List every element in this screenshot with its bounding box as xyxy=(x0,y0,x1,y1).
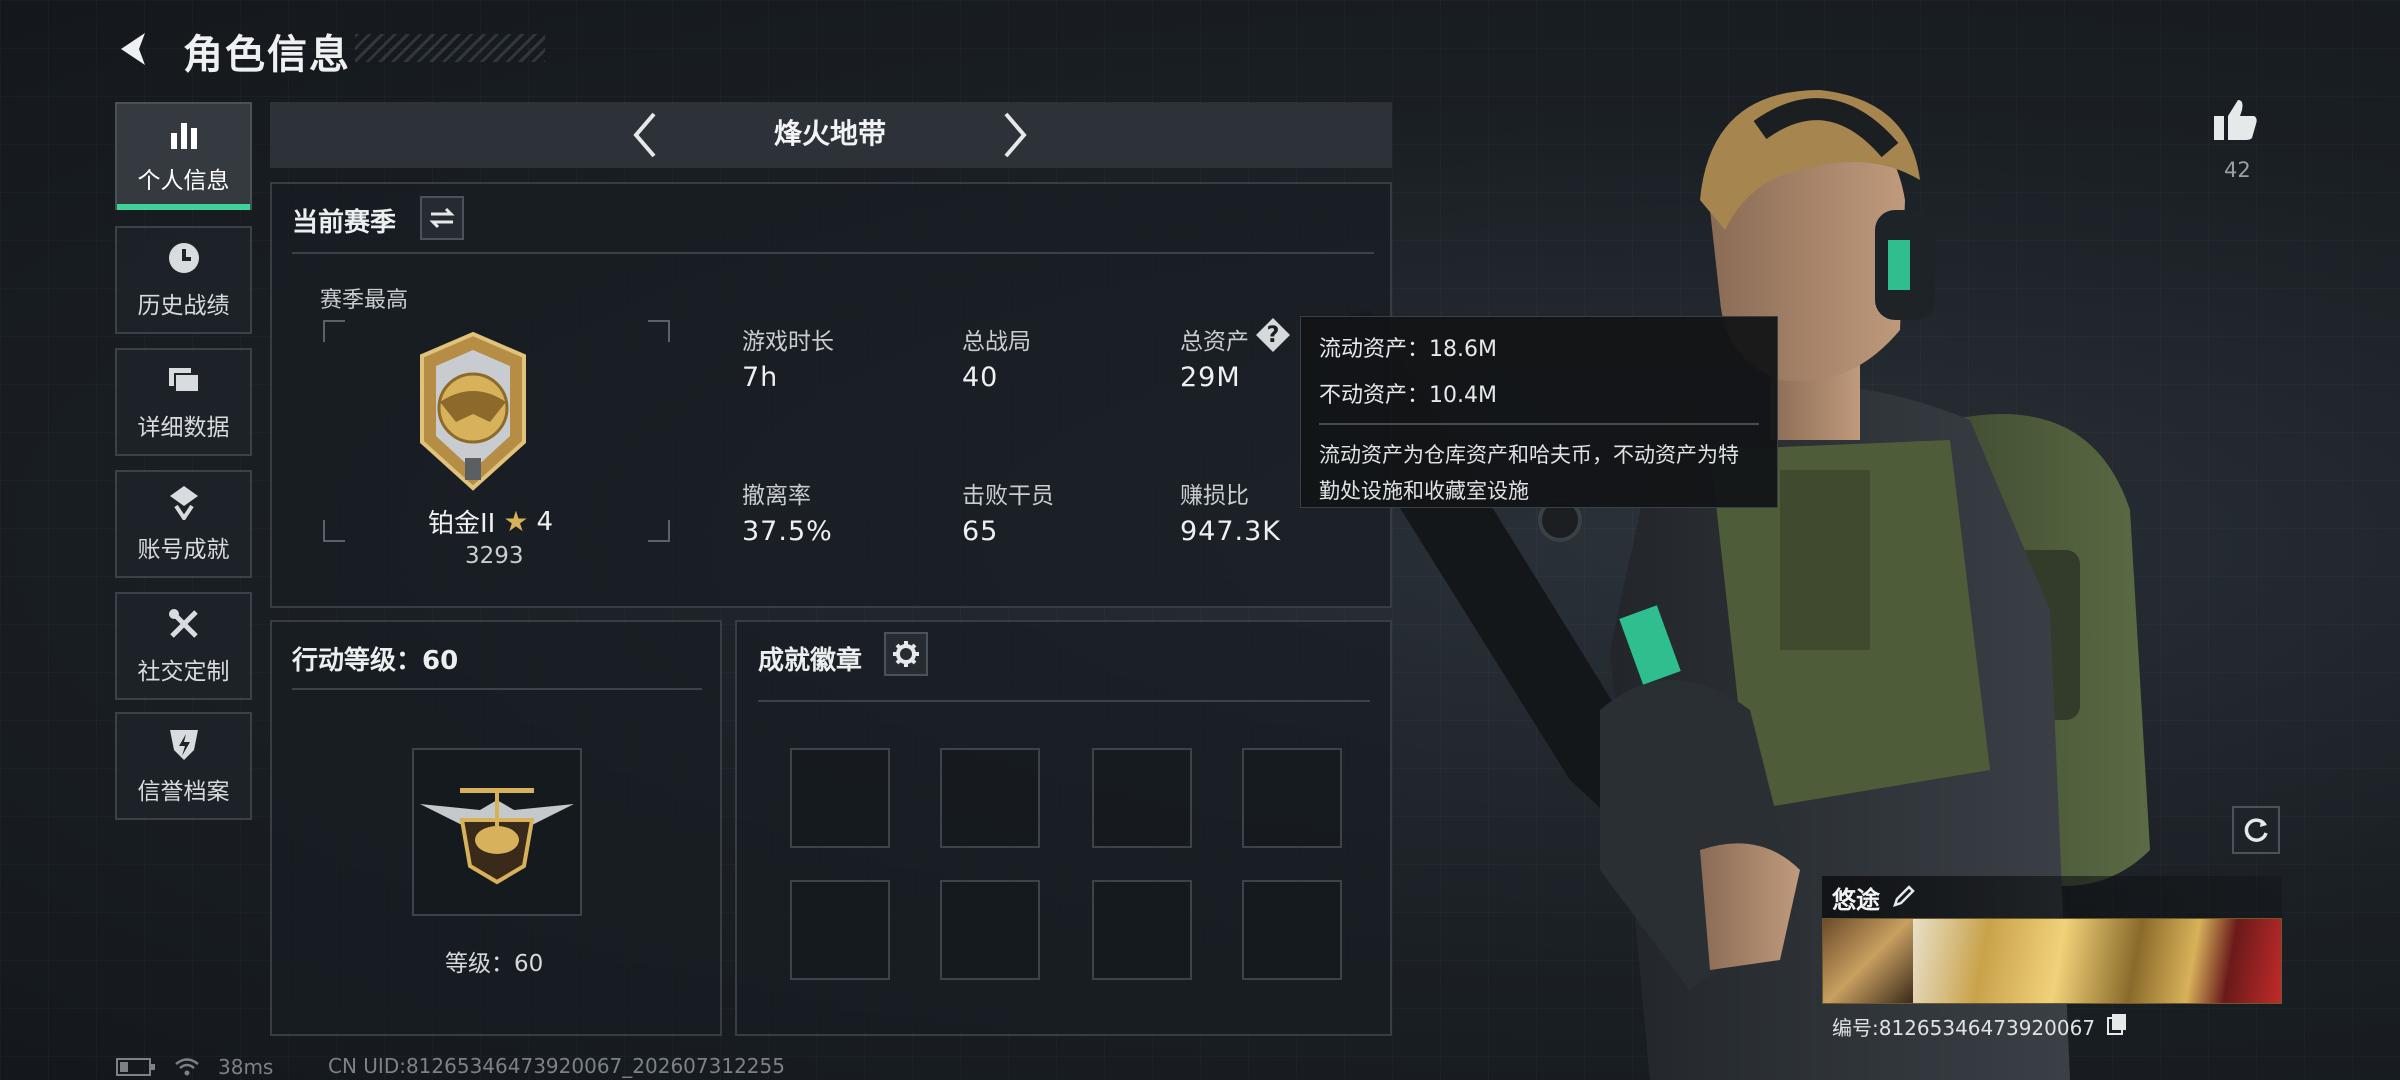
rank-score: 3293 xyxy=(465,543,524,569)
ping-text: 38ms xyxy=(218,1055,274,1079)
battery-icon xyxy=(116,1058,155,1076)
stat-value: 7h xyxy=(742,362,779,393)
switch-season-button[interactable] xyxy=(420,196,464,240)
nav-label: 信誉档案 xyxy=(137,779,230,805)
page-title: 角色信息 xyxy=(183,32,351,78)
rank-emblem-icon xyxy=(420,331,526,491)
rank-stars: 4 xyxy=(536,506,553,537)
stat-value: 37.5% xyxy=(742,516,833,547)
swap-icon xyxy=(429,207,455,229)
player-id: 编号:81265346473920067 xyxy=(1832,1016,2096,1040)
shield-bolt-icon xyxy=(169,730,198,760)
nav-label: 账号成就 xyxy=(137,537,230,563)
mode-title: 烽火地带 xyxy=(773,117,886,150)
star-icon: ★ xyxy=(503,505,529,538)
next-mode-button[interactable] xyxy=(992,108,1038,162)
badge-slot[interactable] xyxy=(1092,748,1192,848)
badge-slot[interactable] xyxy=(1242,880,1342,980)
asset-tooltip: 流动资产：18.6M 不动资产：10.4M 流动资产为仓库资产和哈夫币，不动资产… xyxy=(1300,316,1778,508)
player-banner xyxy=(1822,918,2282,1004)
like-count: 42 xyxy=(2224,158,2251,182)
nav-detailed-data[interactable]: 详细数据 xyxy=(115,348,252,456)
back-button[interactable] xyxy=(110,24,160,74)
tooltip-description: 流动资产为仓库资产和哈夫币，不动资产为特勤处设施和收藏室设施 xyxy=(1319,443,1739,503)
season-best-label: 赛季最高 xyxy=(320,288,409,313)
wifi-icon xyxy=(175,1058,199,1076)
stat-label: 总战局 xyxy=(962,329,1031,355)
player-name: 悠途 xyxy=(1832,886,1880,914)
gear-icon xyxy=(893,641,919,667)
badge-slot[interactable] xyxy=(940,880,1040,980)
folder-icon xyxy=(168,368,200,393)
season-divider xyxy=(292,252,1374,254)
refresh-icon xyxy=(2244,818,2268,842)
refresh-button[interactable] xyxy=(2232,806,2280,854)
back-arrow-icon xyxy=(121,33,145,65)
stat-label: 总资产 xyxy=(1180,329,1249,355)
stat-value: 40 xyxy=(962,362,999,393)
nav-achievements[interactable]: 账号成就 xyxy=(115,470,252,578)
stat-value: 29M xyxy=(1180,362,1241,393)
action-level-title: 行动等级：60 xyxy=(292,646,459,676)
tooltip-divider xyxy=(1319,423,1759,425)
stat-label: 赚损比 xyxy=(1180,483,1249,509)
nav-personal-info[interactable]: 个人信息 xyxy=(115,102,252,210)
stat-value: 65 xyxy=(962,516,999,547)
frame-corner xyxy=(323,320,345,342)
level-text: 等级：60 xyxy=(445,951,544,977)
stat-value: 947.3K xyxy=(1180,516,1282,547)
stat-label: 击败干员 xyxy=(962,483,1054,509)
nav-label: 个人信息 xyxy=(137,168,230,194)
fixed-assets: 不动资产：10.4M xyxy=(1319,383,1497,408)
badge-settings-button[interactable] xyxy=(884,632,928,676)
rank-name-row: 铂金II ★ 4 xyxy=(428,503,553,540)
status-bar: 38ms xyxy=(116,1054,273,1080)
copy-icon[interactable] xyxy=(2106,1012,2128,1036)
season-title: 当前赛季 xyxy=(292,208,397,238)
avatar xyxy=(1823,919,1913,1003)
stat-label: 撤离率 xyxy=(742,483,811,509)
title-decoration xyxy=(355,34,545,62)
bar-chart-icon xyxy=(170,123,197,149)
nav-match-history[interactable]: 历史战绩 xyxy=(115,226,252,334)
badge-slot[interactable] xyxy=(790,880,890,980)
badge-slot[interactable] xyxy=(1092,880,1192,980)
badge-slot[interactable] xyxy=(1242,748,1342,848)
uid-text: CN UID:81265346473920067_202607312255 xyxy=(328,1054,785,1078)
badge-slot[interactable] xyxy=(940,748,1040,848)
nav-social-custom[interactable]: 社交定制 xyxy=(115,592,252,700)
clock-icon xyxy=(168,243,199,273)
nav-credit-profile[interactable]: 信誉档案 xyxy=(115,712,252,820)
like-button[interactable] xyxy=(2212,96,2260,148)
badge-slot[interactable] xyxy=(790,748,890,848)
tools-icon xyxy=(168,609,198,638)
liquid-assets: 流动资产：18.6M xyxy=(1319,337,1497,362)
nav-label: 详细数据 xyxy=(137,415,230,441)
stat-label: 游戏时长 xyxy=(742,329,834,355)
chevron-right-icon xyxy=(1004,112,1027,158)
rank-name: 铂金II xyxy=(428,509,496,539)
frame-corner xyxy=(323,520,345,542)
badges-title: 成就徽章 xyxy=(758,646,863,676)
banner-art xyxy=(1913,919,2281,1003)
frame-corner xyxy=(648,520,670,542)
nav-label: 社交定制 xyxy=(137,659,230,685)
edit-icon[interactable] xyxy=(1892,884,1916,908)
achievement-icon xyxy=(169,486,198,520)
helicopter-badge-icon xyxy=(420,788,574,885)
nav-label: 历史战绩 xyxy=(137,293,230,319)
badges-divider xyxy=(758,700,1370,702)
frame-corner xyxy=(648,320,670,342)
action-level-divider xyxy=(292,688,702,690)
thumbs-up-icon xyxy=(2214,100,2257,140)
